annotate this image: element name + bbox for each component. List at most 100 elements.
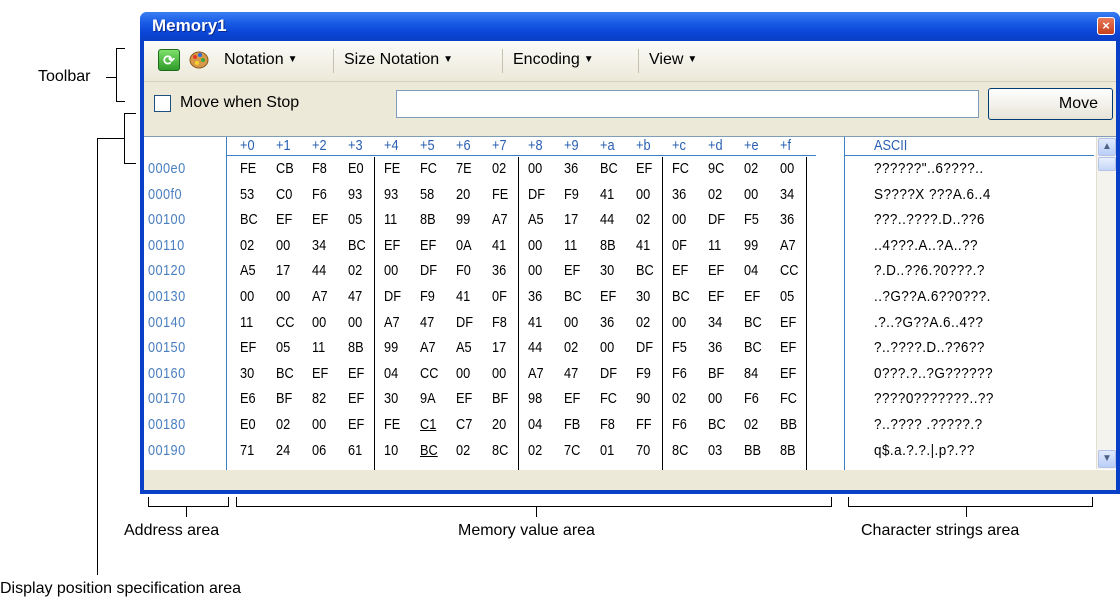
menu-view[interactable]: View ▼	[649, 51, 697, 69]
memory-byte[interactable]: FB	[564, 416, 580, 433]
memory-byte[interactable]: 8C	[492, 442, 508, 459]
memory-byte[interactable]: FC	[420, 160, 437, 177]
memory-byte[interactable]: EF	[672, 262, 688, 279]
memory-byte[interactable]: 00	[636, 186, 650, 203]
memory-byte[interactable]: 00	[780, 160, 794, 177]
memory-byte[interactable]: 11	[240, 314, 253, 331]
memory-byte[interactable]: A7	[384, 314, 400, 331]
memory-byte[interactable]: BC	[744, 314, 762, 331]
memory-byte[interactable]: CC	[420, 365, 438, 382]
memory-byte[interactable]: 02	[636, 211, 650, 228]
memory-byte[interactable]: 17	[276, 262, 290, 279]
memory-byte[interactable]: FE	[384, 416, 400, 433]
memory-byte[interactable]: 02	[528, 442, 542, 459]
memory-byte[interactable]: EF	[456, 390, 472, 407]
memory-byte[interactable]: FE	[384, 160, 400, 177]
address-cell[interactable]: 00130	[148, 288, 186, 305]
memory-byte[interactable]: 00	[276, 288, 290, 305]
memory-byte[interactable]: 00	[672, 314, 686, 331]
memory-byte[interactable]: BC	[708, 416, 726, 433]
move-when-stop-checkbox[interactable]	[154, 95, 171, 112]
memory-byte[interactable]: DF	[420, 262, 437, 279]
memory-byte[interactable]: EF	[348, 390, 364, 407]
ascii-cell[interactable]: ???..????.D..??6	[874, 211, 985, 228]
memory-byte[interactable]: F8	[600, 416, 615, 433]
memory-byte[interactable]: E6	[240, 390, 256, 407]
memory-byte[interactable]: F9	[564, 186, 579, 203]
menu-encoding[interactable]: Encoding ▼	[513, 51, 594, 69]
memory-byte[interactable]: 17	[564, 211, 578, 228]
memory-byte[interactable]: 41	[636, 237, 650, 254]
memory-byte[interactable]: 00	[528, 160, 542, 177]
memory-byte[interactable]: BC	[600, 160, 618, 177]
memory-byte[interactable]: DF	[600, 365, 617, 382]
memory-byte[interactable]: 0F	[492, 288, 507, 305]
memory-byte[interactable]: 84	[744, 365, 758, 382]
memory-byte[interactable]: 70	[636, 442, 650, 459]
ascii-cell[interactable]: ..4???.A..?A..??	[874, 237, 978, 254]
ascii-cell[interactable]: ?..????.D..??6??	[874, 339, 985, 356]
memory-byte[interactable]: 02	[492, 160, 506, 177]
memory-byte[interactable]: BC	[744, 339, 762, 356]
memory-byte[interactable]: EF	[420, 237, 436, 254]
memory-byte[interactable]: EF	[312, 211, 328, 228]
address-cell[interactable]: 000e0	[148, 160, 186, 177]
memory-byte[interactable]: FC	[600, 390, 617, 407]
memory-byte[interactable]: 00	[528, 262, 542, 279]
memory-byte[interactable]: 10	[384, 442, 398, 459]
memory-byte[interactable]: 82	[312, 390, 326, 407]
memory-byte[interactable]: 24	[276, 442, 290, 459]
ascii-cell[interactable]: .?..?G??A.6..4??	[874, 314, 983, 331]
memory-byte[interactable]: EF	[780, 314, 796, 331]
memory-byte[interactable]: EF	[384, 237, 400, 254]
memory-byte[interactable]: 58	[420, 186, 434, 203]
memory-byte[interactable]: 00	[276, 237, 290, 254]
memory-byte[interactable]: 41	[600, 186, 614, 203]
memory-byte[interactable]: 00	[492, 365, 506, 382]
memory-byte[interactable]: BB	[780, 416, 797, 433]
address-cell[interactable]: 00120	[148, 262, 186, 279]
memory-byte[interactable]: BB	[744, 442, 761, 459]
memory-byte[interactable]: FC	[780, 390, 797, 407]
close-icon[interactable]: ×	[1097, 17, 1115, 35]
memory-byte[interactable]: 44	[528, 339, 542, 356]
memory-byte[interactable]: 02	[240, 237, 254, 254]
memory-byte[interactable]: EF	[564, 390, 580, 407]
memory-byte[interactable]: 7C	[564, 442, 580, 459]
ascii-cell[interactable]: q$.a.?.?.|.p?.??	[874, 442, 975, 459]
memory-byte[interactable]: EF	[348, 416, 364, 433]
memory-byte[interactable]: F9	[420, 288, 435, 305]
ascii-cell[interactable]: ????0???????..??	[874, 390, 994, 407]
memory-byte[interactable]: 01	[600, 442, 614, 459]
memory-byte[interactable]: 30	[240, 365, 254, 382]
memory-byte[interactable]: DF	[636, 339, 653, 356]
memory-byte[interactable]: 20	[456, 186, 470, 203]
memory-byte[interactable]: CC	[276, 314, 294, 331]
position-input[interactable]	[396, 90, 979, 118]
memory-byte[interactable]: 02	[564, 339, 578, 356]
memory-byte[interactable]: 30	[600, 262, 614, 279]
memory-byte[interactable]: 8C	[672, 442, 688, 459]
memory-byte[interactable]: 11	[312, 339, 325, 356]
memory-byte[interactable]: BC	[564, 288, 582, 305]
memory-byte[interactable]: 44	[312, 262, 326, 279]
memory-byte[interactable]: 05	[348, 211, 362, 228]
memory-byte[interactable]: F6	[312, 186, 327, 203]
memory-byte[interactable]: 9A	[420, 390, 436, 407]
memory-byte[interactable]: 34	[780, 186, 794, 203]
memory-byte[interactable]: 00	[528, 237, 542, 254]
memory-byte[interactable]: EF	[600, 288, 616, 305]
memory-byte[interactable]: 20	[492, 416, 506, 433]
memory-byte[interactable]: F5	[672, 339, 687, 356]
ascii-cell[interactable]: ..?G??A.6??0???.	[874, 288, 991, 305]
memory-byte[interactable]: 36	[708, 339, 722, 356]
scroll-thumb[interactable]	[1098, 157, 1116, 171]
address-cell[interactable]: 00150	[148, 339, 186, 356]
memory-byte[interactable]: 00	[312, 314, 326, 331]
memory-byte[interactable]: 00	[384, 262, 398, 279]
memory-byte[interactable]: 36	[672, 186, 686, 203]
memory-byte[interactable]: C7	[456, 416, 472, 433]
memory-byte[interactable]: CC	[780, 262, 798, 279]
address-cell[interactable]: 00180	[148, 416, 186, 433]
memory-byte[interactable]: 99	[384, 339, 398, 356]
